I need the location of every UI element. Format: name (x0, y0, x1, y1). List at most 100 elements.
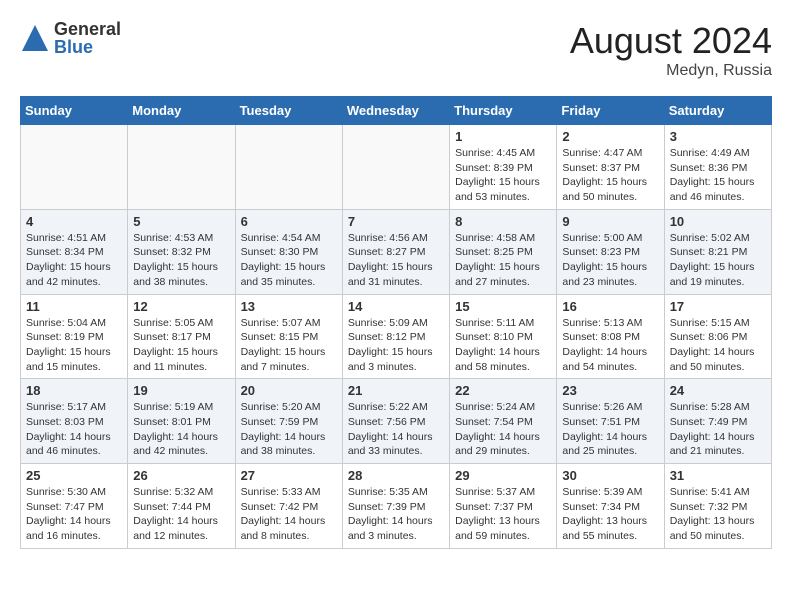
week-row-2: 4 Sunrise: 4:51 AMSunset: 8:34 PMDaylight… (21, 209, 772, 294)
day-info: Sunrise: 5:00 AMSunset: 8:23 PMDaylight:… (562, 231, 658, 290)
day-number: 28 (348, 468, 444, 483)
day-number: 14 (348, 299, 444, 314)
day-number: 24 (670, 383, 766, 398)
calendar-cell: 6 Sunrise: 4:54 AMSunset: 8:30 PMDaylight… (235, 209, 342, 294)
day-number: 26 (133, 468, 229, 483)
calendar-cell: 12 Sunrise: 5:05 AMSunset: 8:17 PMDayligh… (128, 294, 235, 379)
calendar-cell: 24 Sunrise: 5:28 AMSunset: 7:49 PMDayligh… (664, 379, 771, 464)
day-info: Sunrise: 5:28 AMSunset: 7:49 PMDaylight:… (670, 400, 766, 459)
day-info: Sunrise: 5:35 AMSunset: 7:39 PMDaylight:… (348, 485, 444, 544)
calendar-cell (21, 125, 128, 210)
calendar-cell: 8 Sunrise: 4:58 AMSunset: 8:25 PMDaylight… (450, 209, 557, 294)
calendar-cell: 2 Sunrise: 4:47 AMSunset: 8:37 PMDaylight… (557, 125, 664, 210)
calendar-cell: 28 Sunrise: 5:35 AMSunset: 7:39 PMDayligh… (342, 464, 449, 549)
calendar-table: SundayMondayTuesdayWednesdayThursdayFrid… (20, 96, 772, 549)
day-number: 25 (26, 468, 122, 483)
weekday-header-row: SundayMondayTuesdayWednesdayThursdayFrid… (21, 97, 772, 125)
day-number: 9 (562, 214, 658, 229)
calendar-cell: 19 Sunrise: 5:19 AMSunset: 8:01 PMDayligh… (128, 379, 235, 464)
weekday-header-tuesday: Tuesday (235, 97, 342, 125)
logo-blue: Blue (54, 38, 121, 56)
day-number: 3 (670, 129, 766, 144)
day-info: Sunrise: 5:24 AMSunset: 7:54 PMDaylight:… (455, 400, 551, 459)
day-info: Sunrise: 5:02 AMSunset: 8:21 PMDaylight:… (670, 231, 766, 290)
page-header: General Blue August 2024 Medyn, Russia (20, 20, 772, 80)
logo-general: General (54, 20, 121, 38)
calendar-cell: 25 Sunrise: 5:30 AMSunset: 7:47 PMDayligh… (21, 464, 128, 549)
calendar-title: August 2024 (570, 20, 772, 62)
day-info: Sunrise: 4:45 AMSunset: 8:39 PMDaylight:… (455, 146, 551, 205)
calendar-cell: 14 Sunrise: 5:09 AMSunset: 8:12 PMDayligh… (342, 294, 449, 379)
day-number: 6 (241, 214, 337, 229)
day-info: Sunrise: 4:47 AMSunset: 8:37 PMDaylight:… (562, 146, 658, 205)
calendar-cell: 22Sunrise: 5:24 AMSunset: 7:54 PMDayligh… (450, 379, 557, 464)
day-info: Sunrise: 5:07 AMSunset: 8:15 PMDaylight:… (241, 316, 337, 375)
calendar-cell: 11Sunrise: 5:04 AMSunset: 8:19 PMDayligh… (21, 294, 128, 379)
logo-icon (20, 23, 50, 53)
day-number: 31 (670, 468, 766, 483)
weekday-header-saturday: Saturday (664, 97, 771, 125)
day-number: 8 (455, 214, 551, 229)
day-number: 15 (455, 299, 551, 314)
day-info: Sunrise: 5:30 AMSunset: 7:47 PMDaylight:… (26, 485, 122, 544)
weekday-header-wednesday: Wednesday (342, 97, 449, 125)
logo-text: General Blue (54, 20, 121, 56)
calendar-cell (128, 125, 235, 210)
calendar-cell: 26 Sunrise: 5:32 AMSunset: 7:44 PMDayligh… (128, 464, 235, 549)
weekday-header-friday: Friday (557, 97, 664, 125)
day-number: 5 (133, 214, 229, 229)
day-info: Sunrise: 5:22 AMSunset: 7:56 PMDaylight:… (348, 400, 444, 459)
day-info: Sunrise: 4:54 AMSunset: 8:30 PMDaylight:… (241, 231, 337, 290)
calendar-cell: 10 Sunrise: 5:02 AMSunset: 8:21 PMDayligh… (664, 209, 771, 294)
day-number: 2 (562, 129, 658, 144)
calendar-cell: 27Sunrise: 5:33 AMSunset: 7:42 PMDayligh… (235, 464, 342, 549)
day-info: Sunrise: 5:09 AMSunset: 8:12 PMDaylight:… (348, 316, 444, 375)
calendar-cell: 1Sunrise: 4:45 AMSunset: 8:39 PMDaylight… (450, 125, 557, 210)
day-info: Sunrise: 5:33 AMSunset: 7:42 PMDaylight:… (241, 485, 337, 544)
day-info: Sunrise: 5:20 AMSunset: 7:59 PMDaylight:… (241, 400, 337, 459)
day-number: 19 (133, 383, 229, 398)
calendar-subtitle: Medyn, Russia (570, 62, 772, 80)
day-number: 29 (455, 468, 551, 483)
week-row-5: 25 Sunrise: 5:30 AMSunset: 7:47 PMDayligh… (21, 464, 772, 549)
day-info: Sunrise: 5:13 AMSunset: 8:08 PMDaylight:… (562, 316, 658, 375)
week-row-1: 1Sunrise: 4:45 AMSunset: 8:39 PMDaylight… (21, 125, 772, 210)
day-info: Sunrise: 5:41 AMSunset: 7:32 PMDaylight:… (670, 485, 766, 544)
weekday-header-sunday: Sunday (21, 97, 128, 125)
calendar-cell: 4 Sunrise: 4:51 AMSunset: 8:34 PMDaylight… (21, 209, 128, 294)
calendar-cell (342, 125, 449, 210)
calendar-cell: 17Sunrise: 5:15 AMSunset: 8:06 PMDayligh… (664, 294, 771, 379)
day-info: Sunrise: 5:11 AMSunset: 8:10 PMDaylight:… (455, 316, 551, 375)
day-info: Sunrise: 5:26 AMSunset: 7:51 PMDaylight:… (562, 400, 658, 459)
calendar-cell: 23 Sunrise: 5:26 AMSunset: 7:51 PMDayligh… (557, 379, 664, 464)
day-info: Sunrise: 4:58 AMSunset: 8:25 PMDaylight:… (455, 231, 551, 290)
logo: General Blue (20, 20, 121, 56)
day-info: Sunrise: 4:49 AMSunset: 8:36 PMDaylight:… (670, 146, 766, 205)
day-number: 17 (670, 299, 766, 314)
day-number: 23 (562, 383, 658, 398)
day-info: Sunrise: 5:19 AMSunset: 8:01 PMDaylight:… (133, 400, 229, 459)
title-block: August 2024 Medyn, Russia (570, 20, 772, 80)
day-info: Sunrise: 5:17 AMSunset: 8:03 PMDaylight:… (26, 400, 122, 459)
day-number: 13 (241, 299, 337, 314)
day-number: 4 (26, 214, 122, 229)
calendar-cell: 18 Sunrise: 5:17 AMSunset: 8:03 PMDayligh… (21, 379, 128, 464)
day-info: Sunrise: 5:32 AMSunset: 7:44 PMDaylight:… (133, 485, 229, 544)
day-number: 18 (26, 383, 122, 398)
day-info: Sunrise: 5:37 AMSunset: 7:37 PMDaylight:… (455, 485, 551, 544)
calendar-cell (235, 125, 342, 210)
day-number: 20 (241, 383, 337, 398)
day-info: Sunrise: 5:05 AMSunset: 8:17 PMDaylight:… (133, 316, 229, 375)
calendar-cell: 15 Sunrise: 5:11 AMSunset: 8:10 PMDayligh… (450, 294, 557, 379)
calendar-cell: 16 Sunrise: 5:13 AMSunset: 8:08 PMDayligh… (557, 294, 664, 379)
calendar-cell: 7Sunrise: 4:56 AMSunset: 8:27 PMDaylight… (342, 209, 449, 294)
day-info: Sunrise: 4:51 AMSunset: 8:34 PMDaylight:… (26, 231, 122, 290)
day-number: 12 (133, 299, 229, 314)
day-number: 16 (562, 299, 658, 314)
calendar-cell: 9 Sunrise: 5:00 AMSunset: 8:23 PMDaylight… (557, 209, 664, 294)
calendar-cell: 13 Sunrise: 5:07 AMSunset: 8:15 PMDayligh… (235, 294, 342, 379)
day-number: 10 (670, 214, 766, 229)
calendar-cell: 3 Sunrise: 4:49 AMSunset: 8:36 PMDaylight… (664, 125, 771, 210)
day-info: Sunrise: 4:53 AMSunset: 8:32 PMDaylight:… (133, 231, 229, 290)
weekday-header-monday: Monday (128, 97, 235, 125)
